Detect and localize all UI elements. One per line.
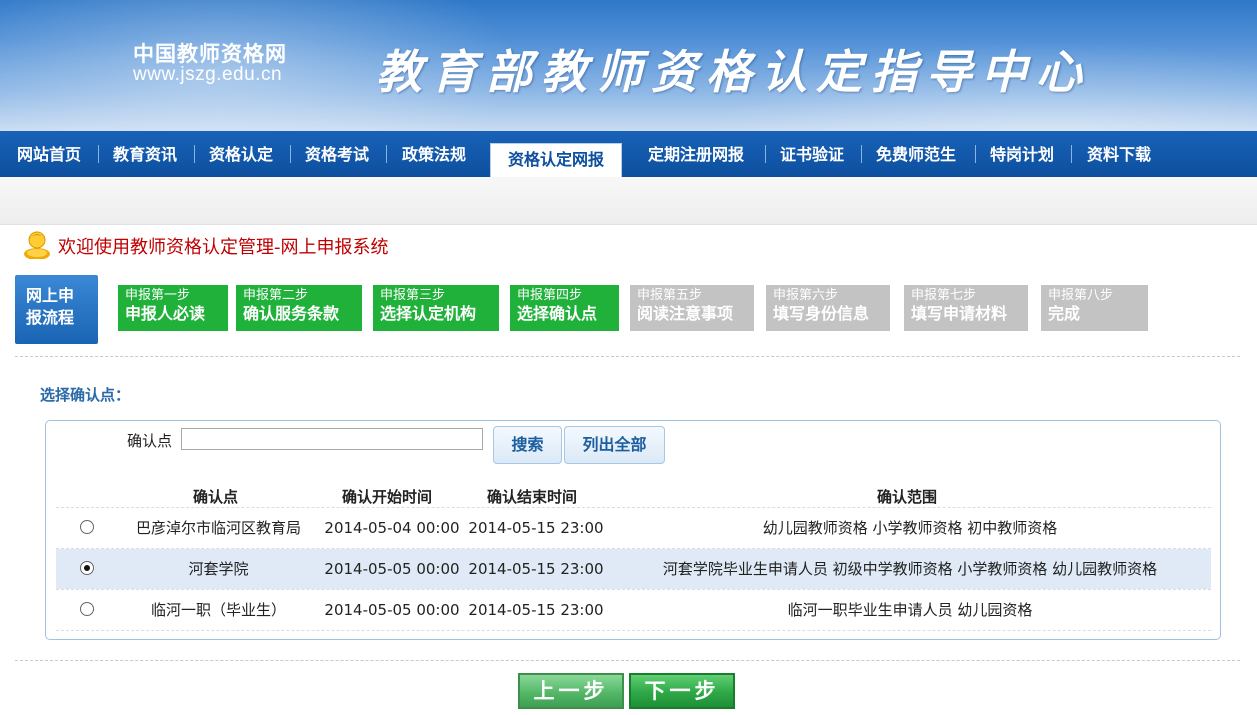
select-radio[interactable]	[80, 602, 94, 616]
divider	[15, 356, 1240, 357]
nav-item-verify[interactable]: 证书验证	[780, 131, 844, 177]
nav-item-special-post[interactable]: 特岗计划	[990, 131, 1054, 177]
step-number: 申报第一步	[125, 288, 191, 303]
confirm-point-search-input[interactable]	[181, 428, 483, 450]
flow-label-line: 网上申	[26, 286, 75, 305]
step-number: 申报第七步	[911, 288, 977, 303]
step-number: 申报第三步	[380, 288, 446, 303]
select-radio[interactable]	[80, 520, 94, 534]
step-number: 申报第四步	[517, 288, 583, 303]
cell-point: 临河一职（毕业生）	[150, 601, 286, 619]
nav-item-home[interactable]: 网站首页	[17, 131, 81, 177]
cell-scope: 河套学院毕业生申请人员 初级中学教师资格 小学教师资格 幼儿园教师资格	[662, 560, 1158, 578]
cell-scope: 幼儿园教师资格 小学教师资格 初中教师资格	[762, 519, 1058, 537]
cell-start: 2014-05-04 00:00	[324, 519, 460, 537]
search-label: 确认点	[127, 432, 173, 450]
step-7: 申报第七步 填写申请材料	[904, 285, 1028, 331]
cell-start: 2014-05-05 00:00	[324, 560, 460, 578]
cell-end: 2014-05-15 23:00	[468, 601, 604, 619]
section-title: 选择确认点：	[40, 386, 131, 404]
divider	[15, 660, 1240, 661]
nav-separator	[290, 145, 291, 163]
nav-item-downloads[interactable]: 资料下载	[1087, 131, 1151, 177]
column-header-point: 确认点	[193, 488, 239, 506]
prev-step-button[interactable]: 上一步	[518, 673, 624, 709]
step-name: 填写身份信息	[773, 304, 870, 323]
nav-item-exam[interactable]: 资格考试	[305, 131, 369, 177]
row-divider	[56, 630, 1211, 631]
nav-item-news[interactable]: 教育资讯	[113, 131, 177, 177]
cell-end: 2014-05-15 23:00	[468, 519, 604, 537]
step-name: 选择认定机构	[380, 304, 477, 323]
step-2: 申报第二步 确认服务条款	[236, 285, 362, 331]
cell-start: 2014-05-05 00:00	[324, 601, 460, 619]
main-nav: 网站首页 教育资讯 资格认定 资格考试 政策法规 定期注册网报 证书验证 免费师…	[0, 131, 1257, 177]
nav-item-registration[interactable]: 定期注册网报	[648, 131, 744, 177]
user-icon	[24, 231, 50, 259]
table-row[interactable]: 巴彦淖尔市临河区教育局 2014-05-04 00:00 2014-05-15 …	[56, 508, 1211, 548]
step-number: 申报第二步	[243, 288, 309, 303]
next-step-button[interactable]: 下一步	[629, 673, 735, 709]
step-number: 申报第六步	[773, 288, 839, 303]
site-header: 中国教师资格网 www.jszg.edu.cn 教育部教师资格认定指导中心	[0, 0, 1257, 131]
step-number: 申报第八步	[1048, 288, 1114, 303]
welcome-message: 欢迎使用教师资格认定管理-网上申报系统	[58, 237, 389, 258]
step-1: 申报第一步 申报人必读	[118, 285, 228, 331]
sub-bar	[0, 177, 1257, 225]
step-name: 填写申请材料	[911, 304, 1008, 323]
nav-separator	[1071, 145, 1072, 163]
nav-separator	[194, 145, 195, 163]
nav-separator	[765, 145, 766, 163]
step-name: 阅读注意事项	[637, 304, 734, 323]
column-header-scope: 确认范围	[877, 488, 938, 506]
step-name: 申报人必读	[125, 304, 206, 323]
cell-point: 巴彦淖尔市临河区教育局	[135, 519, 301, 537]
step-4: 申报第四步 选择确认点	[510, 285, 619, 331]
search-button[interactable]: 搜索	[493, 426, 562, 464]
flow-label-line: 报流程	[26, 308, 75, 327]
table-row[interactable]: 临河一职（毕业生） 2014-05-05 00:00 2014-05-15 23…	[56, 590, 1211, 630]
flow-label: 网上申 报流程	[15, 275, 98, 344]
site-url[interactable]: www.jszg.edu.cn	[133, 64, 282, 86]
nav-item-certification[interactable]: 资格认定	[209, 131, 273, 177]
nav-item-free-student[interactable]: 免费师范生	[876, 131, 956, 177]
step-number: 申报第五步	[637, 288, 703, 303]
nav-separator	[386, 145, 387, 163]
select-radio[interactable]	[80, 561, 94, 575]
cell-scope: 临河一职毕业生申请人员 幼儿园资格	[787, 601, 1033, 619]
nav-separator	[98, 145, 99, 163]
list-all-button[interactable]: 列出全部	[564, 426, 665, 464]
step-3: 申报第三步 选择认定机构	[373, 285, 499, 331]
site-title: 教育部教师资格认定指导中心	[376, 45, 1091, 99]
column-header-start: 确认开始时间	[342, 488, 433, 506]
nav-item-policy[interactable]: 政策法规	[402, 131, 466, 177]
step-5: 申报第五步 阅读注意事项	[630, 285, 754, 331]
step-6: 申报第六步 填写身份信息	[766, 285, 890, 331]
cell-end: 2014-05-15 23:00	[468, 560, 604, 578]
step-name: 选择确认点	[517, 304, 598, 323]
step-8: 申报第八步 完成	[1041, 285, 1148, 331]
step-name: 确认服务条款	[243, 304, 340, 323]
cell-point: 河套学院	[188, 560, 249, 578]
step-name: 完成	[1048, 304, 1081, 323]
table-row[interactable]: 河套学院 2014-05-05 00:00 2014-05-15 23:00 河…	[56, 549, 1211, 589]
nav-separator	[975, 145, 976, 163]
nav-separator	[861, 145, 862, 163]
nav-item-online-application[interactable]: 资格认定网报	[490, 143, 622, 177]
column-header-end: 确认结束时间	[487, 488, 578, 506]
